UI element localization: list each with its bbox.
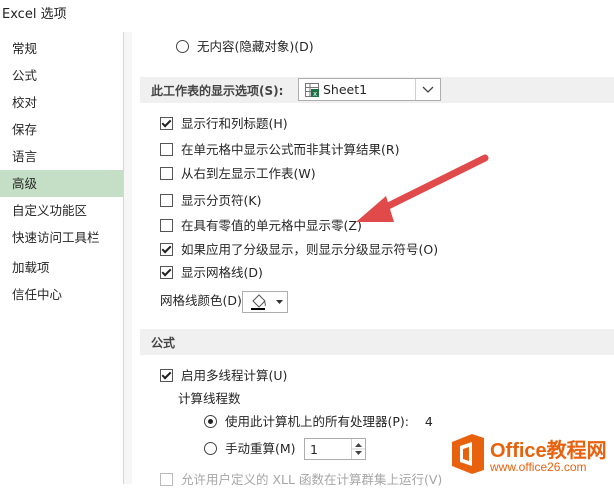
sidebar-item-advanced[interactable]: 高级 [0,170,123,197]
stepper-arrows-icon [352,443,365,455]
formula-section-title: 公式 [151,336,176,350]
thread-count-label: 计算线程数 [178,391,241,406]
page-breaks-checkbox[interactable] [160,194,173,207]
manual-label: 手动重算(M) [225,441,296,456]
scroll-gutter [124,32,132,484]
options-sidebar: 常规 公式 校对 保存 语言 高级 自定义功能区 快速访问工具栏 加载项 信任中… [0,32,124,484]
watermark-logo: Office教程网 www.office26.com [444,428,614,484]
option-show-gridlines[interactable]: 显示网格线(D) [160,263,263,283]
manual-thread-value: 1 [310,442,318,457]
no-content-radio[interactable] [176,40,189,53]
option-page-breaks[interactable]: 显示分页符(K) [160,191,261,211]
sheet-select-value: Sheet1 [323,82,368,97]
processor-count-value: 4 [424,414,433,429]
xll-cluster-checkbox[interactable] [160,473,173,486]
option-multithread[interactable]: 启用多线程计算(U) [160,366,287,386]
sheet-select-dropdown-button[interactable] [415,79,440,100]
option-show-formulas[interactable]: 在单元格中显示公式而非其计算结果(R) [160,140,399,160]
gridline-color-label: 网格线颜色(D) [160,293,242,308]
show-zero-label: 在具有零值的单元格中显示零(Z) [181,218,362,233]
option-outline-symbols[interactable]: 如果应用了分级显示，则显示分级显示符号(O) [160,240,438,260]
no-content-option[interactable]: 无内容(隐藏对象)(D) [176,37,314,57]
show-headers-label: 显示行和列标题(H) [181,116,288,131]
sidebar-item-save[interactable]: 保存 [0,116,123,143]
advanced-options-panel: 无内容(隐藏对象)(D) 此工作表的显示选项(S): x Sheet1 显示行和… [132,32,614,487]
thread-count-row: 计算线程数 [178,389,241,409]
manual-radio[interactable] [204,442,217,455]
sidebar-item-quick-access-toolbar[interactable]: 快速访问工具栏 [0,224,123,251]
svg-text:x: x [313,90,317,97]
option-show-headers[interactable]: 显示行和列标题(H) [160,114,288,134]
manual-thread-stepper[interactable]: 1 [304,438,366,460]
show-formulas-label: 在单元格中显示公式而非其计算结果(R) [181,142,400,157]
outline-symbols-label: 如果应用了分级显示，则显示分级显示符号(O) [181,242,439,257]
stepper-buttons[interactable] [351,439,365,459]
page-breaks-label: 显示分页符(K) [181,193,262,208]
multithread-label: 启用多线程计算(U) [181,368,288,383]
sidebar-item-general[interactable]: 常规 [0,35,123,62]
all-processors-label: 使用此计算机上的所有处理器(P): [225,414,410,429]
show-formulas-checkbox[interactable] [160,143,173,156]
gridline-color-button[interactable] [242,291,288,313]
sidebar-item-proofing[interactable]: 校对 [0,89,123,116]
sheet-display-section-title: 此工作表的显示选项(S): [151,84,284,98]
window-title: Excel 选项 [2,7,67,22]
option-xll-cluster[interactable]: 允许用户定义的 XLL 函数在计算群集上运行(V) [160,470,442,490]
sidebar-item-trust-center[interactable]: 信任中心 [0,281,123,308]
option-right-to-left[interactable]: 从右到左显示工作表(W) [160,164,316,184]
no-content-label: 无内容(隐藏对象)(D) [197,39,314,54]
right-to-left-checkbox[interactable] [160,167,173,180]
show-zero-checkbox[interactable] [160,219,173,232]
sidebar-item-formulas[interactable]: 公式 [0,62,123,89]
multithread-checkbox[interactable] [160,369,173,382]
xll-cluster-label: 允许用户定义的 XLL 函数在计算群集上运行(V) [181,472,443,487]
chevron-down-icon [422,86,434,93]
sidebar-item-add-ins[interactable]: 加载项 [0,254,123,281]
option-show-zero[interactable]: 在具有零值的单元格中显示零(Z) [160,216,362,236]
option-all-processors[interactable]: 使用此计算机上的所有处理器(P): 4 [204,412,433,432]
show-headers-checkbox[interactable] [160,117,173,130]
title-bar: Excel 选项 [0,0,614,26]
office-logo-icon [452,434,484,474]
sheet-select[interactable]: x Sheet1 [298,78,441,101]
sheet-icon: x [305,83,319,97]
caret-down-icon [276,300,283,304]
outline-symbols-checkbox[interactable] [160,243,173,256]
gridline-color-row: 网格线颜色(D) [160,291,242,311]
show-gridlines-label: 显示网格线(D) [181,265,263,280]
formula-section-header: 公式 [140,329,614,355]
all-processors-radio[interactable] [204,415,217,428]
sidebar-item-customize-ribbon[interactable]: 自定义功能区 [0,197,123,224]
show-gridlines-checkbox[interactable] [160,266,173,279]
sidebar-item-language[interactable]: 语言 [0,143,123,170]
option-manual[interactable]: 手动重算(M) [204,439,296,459]
watermark-brand: Office教程网 [490,440,607,462]
watermark-url: www.office26.com [490,460,587,474]
right-to-left-label: 从右到左显示工作表(W) [181,166,316,181]
